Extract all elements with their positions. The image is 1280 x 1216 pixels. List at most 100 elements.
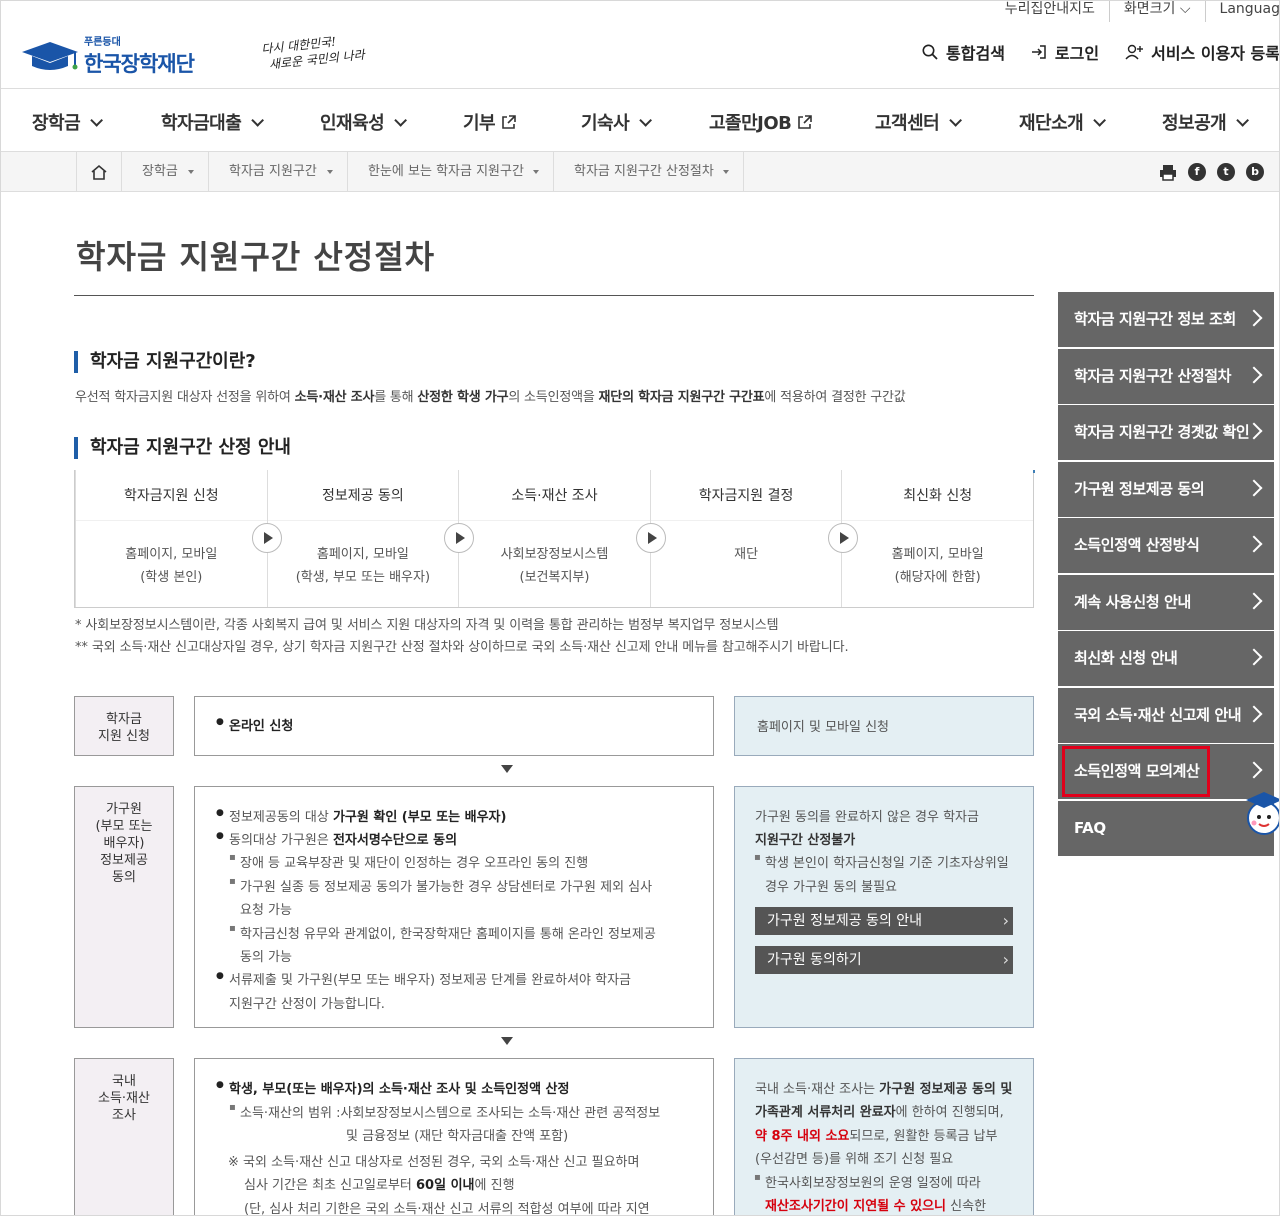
flow-item: 정보제공동의 대상 가구원 확인 (부모 또는 배우자): [216, 806, 506, 825]
side-menu-item[interactable]: 최신화 신청 안내: [1058, 631, 1274, 686]
login-label: 로그인: [1054, 44, 1100, 63]
caret-down-icon: [327, 170, 333, 174]
chevron-down-icon: [949, 113, 963, 127]
flow-text: 에 한하여 진행되며,: [895, 1105, 1004, 1120]
side-menu-item[interactable]: FAQ: [1058, 800, 1274, 856]
desc-strong: 산정한 학생 가구: [417, 390, 509, 405]
slogan: 다시 대한민국! 새로운 국민의 나라: [261, 31, 366, 73]
caret-down-icon: [533, 170, 539, 174]
side-menu-item[interactable]: 국외 소득·재산 신고제 안내: [1058, 687, 1274, 743]
step-line: 홈페이지, 모바일: [316, 547, 409, 562]
flow-text: 에 진행: [474, 1178, 515, 1193]
nav-talent[interactable]: 인재육성: [320, 109, 408, 135]
section-title: 학자금 지원구간이란?: [74, 351, 256, 373]
play-arrow-icon: [252, 523, 282, 553]
side-menu-label: FAQ: [1074, 818, 1106, 837]
register-label: 서비스 이용자 등록: [1151, 44, 1280, 63]
flow-text: 정보제공동의 대상: [229, 810, 333, 825]
caret-down-icon: [723, 170, 729, 174]
flow-item-cont: 지원구간 산정이 가능합니다.: [229, 997, 385, 1012]
header-menu: 통합검색 로그인 서비스 이용자 등록: [896, 40, 1280, 64]
step-item: 학자금지원 결정 재단: [649, 470, 842, 607]
process-steps: 학자금지원 신청 홈페이지, 모바일 (학생 본인) 정보제공 동의 홈페이지, 모바…: [74, 470, 1035, 608]
chevron-down-icon: [1236, 113, 1250, 127]
step-item: 소득·재산 조사 사회보장정보시스템 (보건복지부): [458, 470, 650, 607]
print-icon[interactable]: [1159, 163, 1177, 181]
chevron-right-icon: [1245, 648, 1263, 666]
side-menu-label: 학자금 지원구간 정보 조회: [1074, 310, 1236, 328]
site-logo[interactable]: 푸른등대 한국장학재단: [20, 33, 195, 78]
flow-note-cont: (단, 심사 처리 기한은 국외 소득·재산 신고 서류의 적합성 여부에 따라…: [244, 1202, 650, 1216]
side-menu-item[interactable]: 학자금 지원구간 정보 조회: [1058, 292, 1274, 347]
flow-text: 신속한: [946, 1199, 987, 1214]
breadcrumb-item[interactable]: 학자금 지원구간: [209, 152, 348, 192]
breadcrumb-item[interactable]: 장학금: [122, 152, 209, 192]
side-menu-item-income-simulation[interactable]: 소득인정액 모의계산: [1058, 744, 1274, 799]
chevron-right-icon: [1245, 366, 1263, 383]
chevron-right-icon: [1245, 309, 1263, 327]
flow-subitem: 장애 등 교육부장관 및 재단이 인정하는 경우 오프라인 동의 진행: [229, 852, 588, 871]
nav-info[interactable]: 정보공개: [1162, 109, 1250, 135]
nav-job[interactable]: 고졸만JOB: [709, 109, 813, 135]
language-link[interactable]: Languag: [1204, 0, 1280, 22]
flow-right: 국내 소득·재산 조사는 가구원 정보제공 동의 및 가족관계 서류처리 완료자…: [734, 1058, 1034, 1216]
login-button[interactable]: 로그인: [1031, 40, 1099, 64]
nav-loan[interactable]: 학자금대출: [161, 109, 265, 135]
search-button[interactable]: 통합검색: [922, 40, 1005, 64]
step-body: 재단: [650, 520, 842, 607]
side-menu-item[interactable]: 계속 사용신청 안내: [1058, 574, 1274, 630]
step-title: 최신화 신청: [842, 470, 1033, 520]
nav-label: 고객센터: [875, 113, 940, 134]
twitter-icon[interactable]: t: [1217, 163, 1235, 181]
member-consent-button[interactable]: 가구원 동의하기: [755, 946, 1013, 974]
flow-right-text: 약 8주 내외 소요되므로, 원활한 등록금 납부: [755, 1125, 997, 1144]
nav-customer[interactable]: 고객센터: [875, 109, 963, 135]
nav-label: 기숙사: [581, 113, 630, 134]
nav-about[interactable]: 재단소개: [1019, 109, 1107, 135]
breadcrumb-item[interactable]: 학자금 지원구간 산정절차: [554, 152, 744, 192]
register-button[interactable]: 서비스 이용자 등록: [1125, 40, 1280, 64]
flow-red: 약 8주 내외 소요: [755, 1129, 850, 1144]
side-menu-item[interactable]: 학자금 지원구간 산정절차: [1058, 348, 1274, 404]
nav-scholarship[interactable]: 장학금: [32, 109, 104, 135]
footnote: * 사회보장정보시스템이란, 각종 사회복지 급여 및 서비스 지원 대상자의 …: [75, 618, 779, 633]
flow-strong: 가구원 정보제공 동의 및: [879, 1082, 1013, 1097]
flow-right-text: 홈페이지 및 모바일 신청: [757, 720, 889, 735]
breadcrumb-item[interactable]: 한눈에 보는 학자금 지원구간: [348, 152, 554, 192]
footnote: ** 국외 소득·재산 신고대상자일 경우, 상기 학자금 지원구간 산정 절차…: [75, 640, 849, 655]
nav-dormitory[interactable]: 기숙사: [581, 109, 653, 135]
side-menu-item[interactable]: 소득인정액 산정방식: [1058, 518, 1274, 573]
flow-subitem: 소득·재산의 범위 :사회보장정보시스템으로 조사되는 소득·재산 관련 공적정…: [229, 1102, 660, 1121]
home-button[interactable]: [76, 152, 122, 192]
chevron-right-icon: [1245, 479, 1263, 496]
main-navigation: 장학금 학자금대출 인재육성 기부 기숙사 고졸만JOB 고객센터 재단소개 정…: [0, 88, 1280, 152]
side-menu-item[interactable]: 가구원 정보제공 동의: [1058, 461, 1274, 517]
desc-strong: 소득·재산 조사: [294, 390, 375, 405]
nav-donation[interactable]: 기부: [463, 109, 516, 135]
step-body: 사회보장정보시스템 (보건복지부): [459, 520, 650, 607]
step-item: 학자금지원 신청 홈페이지, 모바일 (학생 본인): [75, 470, 267, 607]
zoom-label: 화면크기: [1123, 1, 1176, 17]
breadcrumb-label: 학자금 지원구간 산정절차: [574, 164, 714, 179]
chevron-down-icon: [394, 113, 408, 127]
member-consent-guide-button[interactable]: 가구원 정보제공 동의 안내: [755, 907, 1013, 935]
facebook-icon[interactable]: f: [1188, 163, 1206, 181]
section-description: 우선적 학자금지원 대상자 선정을 위하여 소득·재산 조사를 통해 산정한 학…: [75, 386, 906, 405]
flow-subitem: 학자금신청 유무와 관계없이, 한국장학재단 홈페이지를 통해 온라인 정보제공: [229, 923, 656, 942]
blog-icon[interactable]: b: [1246, 163, 1264, 181]
step-item: 최신화 신청 홈페이지, 모바일 (해당자에 한함): [841, 470, 1033, 607]
side-menu-item[interactable]: 학자금 지원구간 경곗값 확인: [1058, 405, 1274, 460]
external-link-icon: [798, 114, 813, 129]
side-menu-label: 최신화 신청 안내: [1074, 649, 1178, 667]
flow-subitem-cont: 요청 가능: [240, 903, 292, 918]
down-arrow-icon: [501, 765, 513, 773]
flow-label: 학자금 지원 신청: [74, 696, 174, 756]
graduation-cap-icon: [22, 41, 78, 70]
desc-text: 를 통해: [374, 390, 418, 405]
step-title: 학자금지원 신청: [76, 470, 267, 520]
zoom-dropdown[interactable]: 화면크기 ⌵: [1108, 0, 1205, 22]
sitemap-link[interactable]: 누리집안내지도: [991, 0, 1109, 22]
flow-text: 되므로, 원활한 등록금 납부: [849, 1129, 998, 1144]
caret-down-icon: [188, 170, 194, 174]
utility-bar: 누리집안내지도 화면크기 ⌵ Languag: [991, 0, 1280, 22]
